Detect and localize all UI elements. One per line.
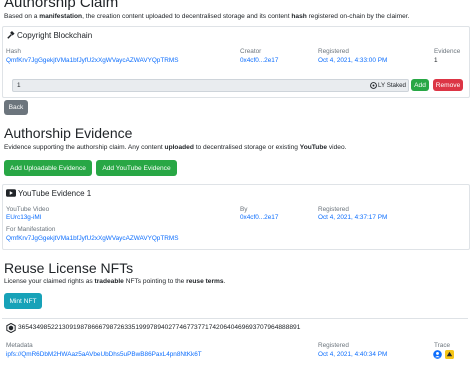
- evidence-intro-text-3: video.: [327, 144, 347, 151]
- mint-nft-button[interactable]: Mint NFT: [4, 293, 42, 309]
- nft-divider: [2, 318, 468, 319]
- nfts-intro-text-1: License your claimed rights as: [4, 278, 95, 285]
- evidence-section-title: Authorship Evidence: [4, 125, 133, 141]
- nft-metadata-link[interactable]: ipfs://QmR6DbM2HWAaz5aAVbeUbDhs5uPBwB86P…: [6, 351, 202, 358]
- trace-opensea-icon[interactable]: [445, 350, 454, 359]
- claim-card-title: Copyright Blockchain: [17, 31, 93, 40]
- remove-stake-button[interactable]: Remove: [433, 79, 463, 91]
- youtube-video-link[interactable]: EUrc13g-iMI: [6, 214, 42, 221]
- claim-registered-link[interactable]: Oct 4, 2021, 4:33:00 PM: [318, 57, 387, 64]
- nfts-intro: License your claimed rights as tradeable…: [4, 278, 225, 285]
- evidence-registered-link[interactable]: Oct 4, 2021, 4:37:17 PM: [318, 214, 387, 221]
- claim-evidence-count: 1: [434, 57, 438, 64]
- add-stake-button[interactable]: Add: [411, 79, 429, 91]
- evidence-by-link[interactable]: 0x4cf0...2e17: [240, 214, 278, 221]
- trace-user-icon[interactable]: [433, 350, 442, 359]
- evidence-intro-text-2: to decentralised storage or existing: [193, 144, 300, 151]
- nft-registered-link[interactable]: Oct 4, 2021, 4:40:34 PM: [318, 351, 387, 358]
- add-uploadable-evidence-button[interactable]: Add Uploadable Evidence: [4, 160, 92, 176]
- claim-intro: Based on a manifestation, the creation c…: [4, 13, 409, 20]
- nft-token-id: 3654349852213091987866679872633519997894…: [18, 324, 301, 331]
- metadata-header: Metadata: [6, 342, 33, 349]
- evidence-intro-bold-2: YouTube: [299, 144, 328, 151]
- youtube-evidence-title: YouTube Evidence 1: [18, 189, 92, 198]
- hash-header: Hash: [6, 48, 21, 55]
- youtube-video-header: YouTube Video: [6, 206, 50, 213]
- nft-token-icon: [6, 323, 16, 333]
- evidence-registered-header: Registered: [318, 206, 349, 213]
- creator-header: Creator: [240, 48, 262, 55]
- youtube-icon: [6, 189, 16, 197]
- page-title: Authorship Claim: [4, 0, 119, 11]
- nfts-section-title: Reuse License NFTs: [4, 260, 134, 276]
- claim-creator-link[interactable]: 0x4cf0...2e17: [240, 57, 278, 64]
- claim-intro-text-2: , the creation content uploaded to decen…: [82, 13, 292, 20]
- stake-input-value: 1: [17, 81, 21, 89]
- nfts-intro-bold-1: tradeable: [94, 278, 124, 285]
- evidence-by-header: By: [240, 206, 248, 213]
- trace-header: Trace: [434, 342, 451, 349]
- stake-input[interactable]: 1 LY Staked: [12, 79, 409, 92]
- claim-hash-link[interactable]: QmfKrv7JgGgekjtVMa1bfJyfU2xXgWVaycAZWAVY…: [6, 57, 178, 64]
- evidence-header: Evidence: [434, 48, 461, 55]
- nft-registered-header: Registered: [318, 342, 349, 349]
- evidence-intro: Evidence supporting the authorship claim…: [4, 144, 346, 151]
- claim-intro-bold-1: manifestation: [39, 13, 83, 20]
- evidence-intro-text-1: Evidence supporting the authorship claim…: [4, 144, 165, 151]
- evidence-intro-bold-1: uploaded: [164, 144, 194, 151]
- registered-header: Registered: [318, 48, 349, 55]
- stake-suffix: LY Staked: [378, 82, 406, 89]
- manifestation-link[interactable]: QmfKrv7JgGgekjtVMa1bfJyfU2xXgWVaycAZWAVY…: [6, 235, 178, 242]
- nfts-intro-text-2: NFTs pointing to the: [123, 278, 187, 285]
- for-manifestation-header: For Manifestation: [6, 226, 56, 233]
- add-youtube-evidence-button[interactable]: Add YouTube Evidence: [96, 160, 177, 176]
- back-button[interactable]: Back: [4, 100, 28, 115]
- claim-intro-text-3: registered on-chain by the claimer.: [306, 13, 410, 20]
- nfts-intro-bold-2: reuse terms: [186, 278, 224, 285]
- claim-intro-text-1: Based on a: [4, 13, 40, 20]
- claim-intro-bold-2: hash: [291, 13, 307, 20]
- nfts-intro-text-3: .: [223, 278, 226, 285]
- copyright-icon: [6, 31, 15, 40]
- token-icon: [370, 82, 377, 89]
